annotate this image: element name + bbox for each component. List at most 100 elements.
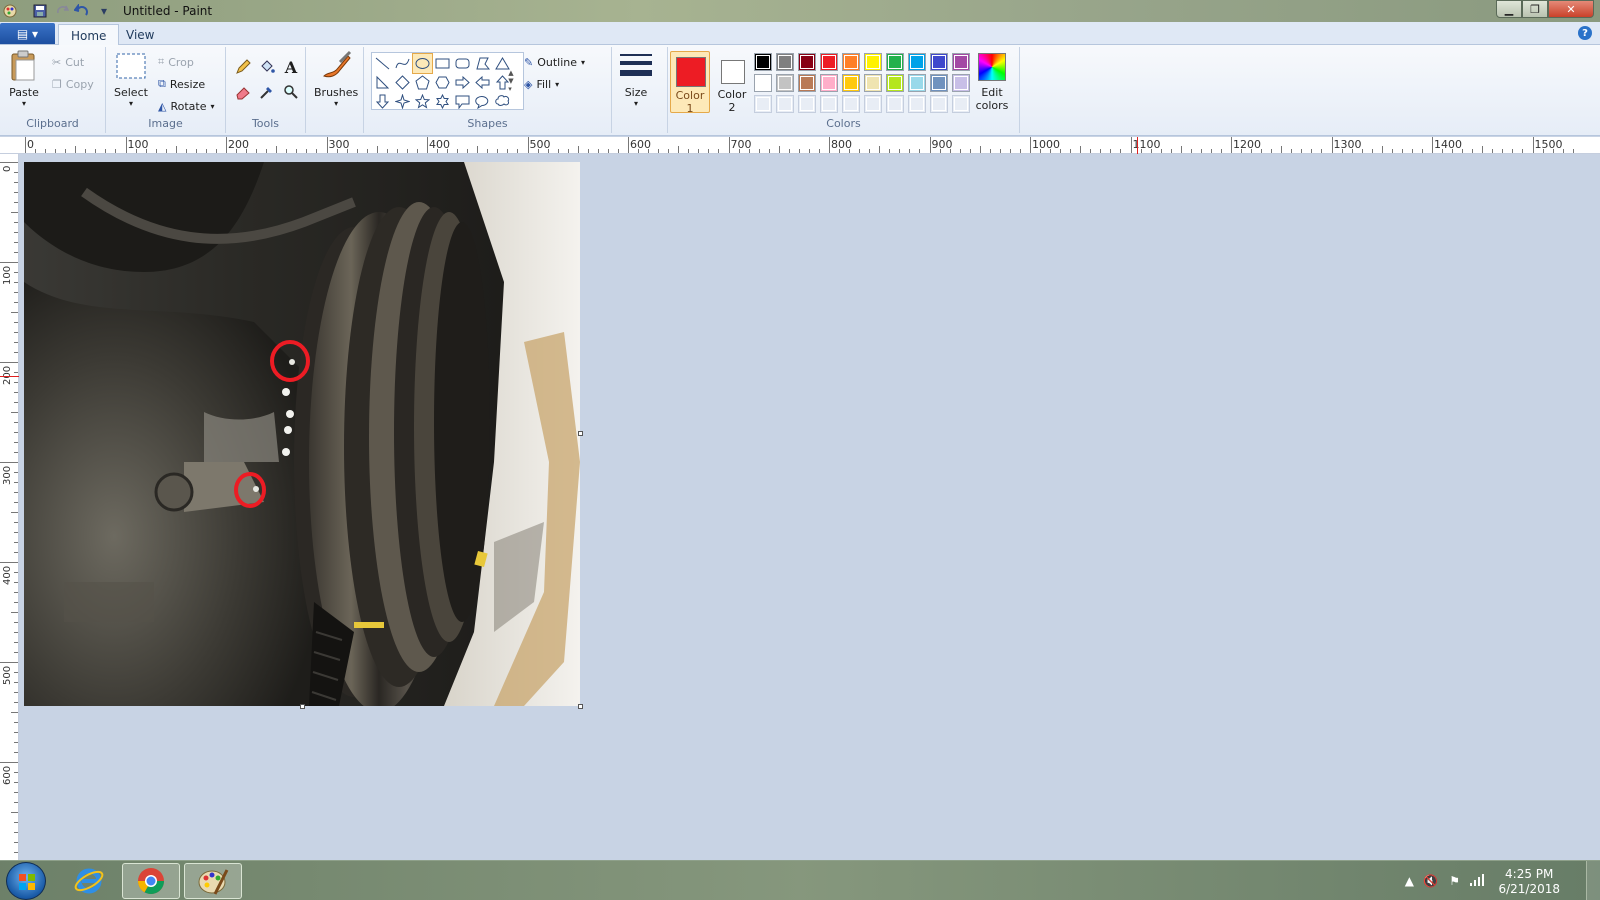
palette-swatch[interactable] [842, 74, 860, 92]
right-triangle-shape-icon[interactable] [373, 73, 392, 92]
brushes-button[interactable]: Brushes ▾ [314, 50, 358, 108]
five-point-star-shape-icon[interactable] [413, 92, 432, 111]
ruler-tick [14, 532, 18, 533]
paint-app-icon[interactable] [2, 3, 18, 19]
show-hidden-icons[interactable]: ▲ [1405, 874, 1414, 888]
hexagon-shape-icon[interactable] [433, 73, 452, 92]
tab-view[interactable]: View [114, 24, 166, 46]
eraser-icon[interactable] [232, 82, 254, 102]
ruler-tick [14, 682, 18, 683]
cut-button[interactable]: ✂ Cut [52, 53, 84, 71]
palette-custom-slot[interactable] [820, 95, 838, 113]
minimize-button[interactable]: ▁ [1496, 0, 1522, 18]
shapes-scroll[interactable]: ▲ ▼ ▾ [506, 52, 516, 110]
ruler-tick [1391, 149, 1393, 153]
crop-button[interactable]: ⌗ Crop [158, 53, 194, 71]
undo-icon[interactable] [74, 3, 90, 19]
rectangular-callout-shape-icon[interactable] [453, 92, 472, 111]
edit-colors-button[interactable]: Edit colors [970, 51, 1014, 115]
customize-quick-access-icon[interactable]: ▾ [96, 3, 112, 19]
palette-swatch[interactable] [952, 53, 970, 71]
rectangle-shape-icon[interactable] [433, 54, 452, 73]
palette-custom-slot[interactable] [930, 95, 948, 113]
pentagon-shape-icon[interactable] [413, 73, 432, 92]
rotate-button[interactable]: ◭ Rotate ▾ [158, 97, 215, 115]
palette-custom-slot[interactable] [776, 95, 794, 113]
fill-bucket-icon[interactable] [256, 57, 278, 77]
drawing-canvas[interactable] [24, 162, 580, 706]
copy-button[interactable]: ❐ Copy [52, 75, 94, 93]
left-arrow-shape-icon[interactable] [473, 73, 492, 92]
color-picker-icon[interactable] [256, 82, 278, 102]
rounded-rectangle-shape-icon[interactable] [453, 54, 472, 73]
ruler-tick [115, 149, 117, 153]
palette-swatch[interactable] [754, 74, 772, 92]
tab-home[interactable]: Home [58, 24, 120, 46]
palette-swatch[interactable] [864, 74, 882, 92]
save-icon[interactable] [32, 3, 48, 19]
color1-button[interactable]: Color 1 [670, 51, 710, 115]
paste-button[interactable]: Paste ▾ [8, 50, 40, 108]
ruler-tick [14, 772, 18, 773]
six-point-star-shape-icon[interactable] [433, 92, 452, 111]
help-icon[interactable]: ? [1578, 26, 1592, 40]
diamond-shape-icon[interactable] [393, 73, 412, 92]
show-desktop-button[interactable] [1586, 861, 1600, 900]
palette-custom-slot[interactable] [952, 95, 970, 113]
network-warning-icon[interactable]: ⚑ [1449, 874, 1460, 888]
palette-swatch[interactable] [930, 53, 948, 71]
system-clock[interactable]: 4:25 PM 6/21/2018 [1498, 867, 1560, 897]
oval-shape-icon[interactable] [412, 53, 433, 74]
palette-swatch[interactable] [842, 53, 860, 71]
palette-swatch[interactable] [798, 74, 816, 92]
paint-menu-button[interactable]: ▤ ▾ [0, 23, 55, 44]
palette-swatch[interactable] [886, 74, 904, 92]
down-arrow-shape-icon[interactable] [373, 92, 392, 111]
redo-icon[interactable] [54, 3, 70, 19]
maximize-button[interactable]: ❐ [1522, 0, 1548, 18]
text-tool-icon[interactable]: A [280, 57, 302, 77]
palette-custom-slot[interactable] [864, 95, 882, 113]
taskbar-internet-explorer[interactable] [60, 863, 118, 899]
palette-swatch[interactable] [908, 74, 926, 92]
palette-custom-slot[interactable] [798, 95, 816, 113]
taskbar-paint[interactable] [184, 863, 242, 899]
magnifier-icon[interactable] [280, 82, 302, 102]
polygon-shape-icon[interactable] [473, 54, 492, 73]
canvas-resize-handle-corner[interactable] [578, 704, 583, 709]
canvas-resize-handle-right[interactable] [578, 431, 583, 436]
palette-custom-slot[interactable] [908, 95, 926, 113]
resize-button[interactable]: ⧉ Resize [158, 75, 205, 93]
select-button[interactable]: Select ▾ [114, 50, 148, 108]
palette-custom-slot[interactable] [886, 95, 904, 113]
oval-callout-shape-icon[interactable] [473, 92, 492, 111]
size-button[interactable]: Size ▾ [620, 50, 652, 108]
four-point-star-shape-icon[interactable] [393, 92, 412, 111]
color2-button[interactable]: Color 2 [712, 51, 752, 114]
outline-button[interactable]: ✎ Outline ▾ [524, 53, 585, 71]
palette-swatch[interactable] [776, 53, 794, 71]
start-button[interactable] [6, 862, 46, 900]
palette-custom-slot[interactable] [754, 95, 772, 113]
line-shape-icon[interactable] [373, 54, 392, 73]
palette-swatch[interactable] [908, 53, 926, 71]
palette-swatch[interactable] [930, 74, 948, 92]
palette-swatch[interactable] [952, 74, 970, 92]
fill-button[interactable]: ◈ Fill ▾ [524, 75, 559, 93]
close-button[interactable]: ✕ [1548, 0, 1594, 18]
palette-swatch[interactable] [776, 74, 794, 92]
taskbar-chrome[interactable] [122, 863, 180, 899]
palette-swatch[interactable] [864, 53, 882, 71]
pencil-icon[interactable] [232, 57, 254, 77]
signal-strength-icon[interactable] [1470, 874, 1486, 889]
canvas-resize-handle-bottom[interactable] [300, 704, 305, 709]
palette-custom-slot[interactable] [842, 95, 860, 113]
palette-swatch[interactable] [754, 53, 772, 71]
palette-swatch[interactable] [798, 53, 816, 71]
palette-swatch[interactable] [820, 53, 838, 71]
palette-swatch[interactable] [820, 74, 838, 92]
palette-swatch[interactable] [886, 53, 904, 71]
volume-muted-icon[interactable]: 🔇 [1423, 874, 1438, 888]
right-arrow-shape-icon[interactable] [453, 73, 472, 92]
curve-shape-icon[interactable] [393, 54, 412, 73]
